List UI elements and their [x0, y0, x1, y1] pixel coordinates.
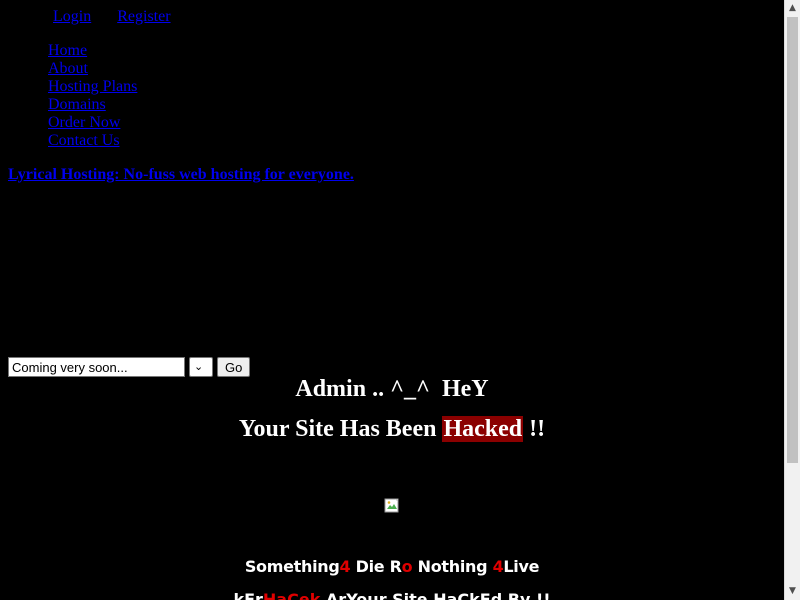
hacker-signature: kErHaCek ArYour Site HaCkEd By !!	[0, 590, 784, 600]
account-links: Login Register	[53, 8, 193, 26]
slogan-text: Nothing	[412, 557, 493, 576]
broken-image-icon	[384, 498, 399, 513]
nav-item-about: About	[48, 60, 137, 78]
nav-item-home: Home	[48, 42, 137, 60]
site-tagline-link[interactable]: Lyrical Hosting: No-fuss web hosting for…	[8, 166, 354, 184]
nav-link-order-now[interactable]: Order Now	[48, 114, 120, 131]
slogan-accent: 4	[339, 557, 351, 576]
hacked-highlight: Hacked	[442, 416, 524, 442]
hacker-slogan: Something4 Die Ro Nothing 4Live	[0, 557, 784, 576]
domain-input[interactable]	[8, 357, 185, 377]
go-button[interactable]: Go	[217, 357, 251, 377]
nav-link-about[interactable]: About	[48, 60, 88, 77]
slogan-text: Live	[503, 557, 540, 576]
signature-text: kEr	[233, 590, 263, 600]
login-link[interactable]: Login	[53, 8, 91, 25]
hack-headline-prefix: Your Site Has Been	[238, 416, 443, 442]
main-nav: Home About Hosting Plans Domains Order N…	[48, 42, 137, 150]
slogan-accent: o	[401, 557, 413, 576]
slogan-accent: 4	[492, 557, 504, 576]
slogan-text: Die R	[350, 557, 402, 576]
scroll-down-arrow-icon[interactable]: ▼	[785, 583, 800, 600]
scrollbar-thumb[interactable]	[787, 17, 798, 463]
scroll-up-arrow-icon[interactable]: ▲	[785, 0, 800, 17]
signature-accent: ek	[298, 590, 321, 600]
signature-accent: HaC	[262, 590, 299, 600]
nav-item-hosting-plans: Hosting Plans	[48, 78, 137, 96]
nav-item-order-now: Order Now	[48, 114, 137, 132]
nav-link-hosting-plans[interactable]: Hosting Plans	[48, 78, 137, 95]
hack-headline-suffix: !!	[523, 416, 546, 442]
chevron-down-icon: ⌄	[194, 360, 204, 373]
hack-headline: Your Site Has Been Hacked !!	[0, 416, 784, 443]
nav-link-contact-us[interactable]: Contact Us	[48, 132, 120, 149]
nav-item-domains: Domains	[48, 96, 137, 114]
register-link[interactable]: Register	[117, 8, 170, 25]
page-content: Login Register Home About Hosting Plans …	[0, 0, 784, 600]
signature-text: ArYour Site HaCkEd By !!	[320, 590, 551, 600]
nav-link-domains[interactable]: Domains	[48, 96, 106, 113]
hack-greeting: Admin .. ^_^ HeY	[295, 376, 489, 402]
nav-item-contact-us: Contact Us	[48, 132, 137, 150]
slogan-text: Something	[244, 557, 340, 576]
domain-search-form: ⌄ Go	[8, 357, 251, 377]
nav-link-home[interactable]: Home	[48, 42, 87, 59]
vertical-scrollbar[interactable]: ▲ ▼	[784, 0, 800, 600]
tld-select[interactable]: ⌄	[189, 357, 213, 377]
